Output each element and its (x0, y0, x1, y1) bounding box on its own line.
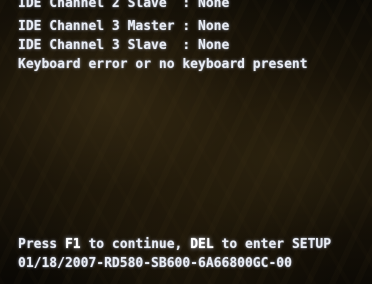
f1-key-label: F1 (64, 237, 81, 252)
ide-channel-3-slave-line: IDE Channel 3 Slave : None (18, 38, 230, 53)
ide-channel-2-slave-line: IDE Channel 2 Slave : None (18, 0, 230, 11)
keyboard-error-message: Keyboard error or no keyboard present (18, 57, 308, 72)
del-key-label: DEL (190, 237, 214, 252)
setup-prompt-line: Press F1 to continue, DEL to enter SETUP (18, 237, 331, 252)
ide-channel-3-master-line: IDE Channel 3 Master : None (18, 19, 230, 34)
prompt-press-text: Press (18, 237, 65, 252)
prompt-continue-text: to continue, (80, 237, 191, 252)
bios-post-screen: IDE Channel 2 Slave : None IDE Channel 3… (0, 0, 372, 284)
bios-id-string: 01/18/2007-RD580-SB600-6A66800GC-00 (18, 256, 292, 271)
prompt-setup-text: to enter SETUP (213, 237, 332, 252)
